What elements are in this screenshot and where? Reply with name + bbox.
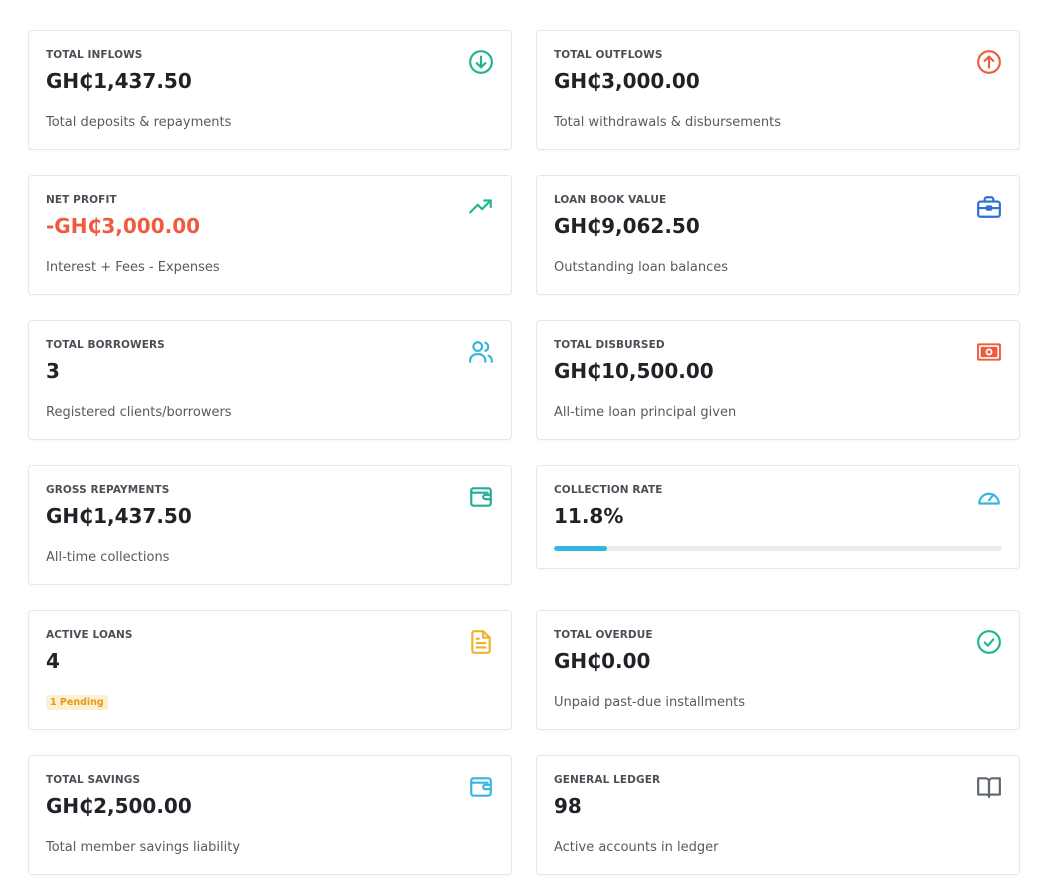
card-value: -GH₵3,000.00: [46, 214, 201, 238]
card-total-borrowers: TOTAL BORROWERS 3 Registered clients/bor…: [28, 320, 512, 440]
card-gross-repayments: GROSS REPAYMENTS GH₵1,437.50 All-time co…: [28, 465, 512, 585]
arrow-down-circle-icon: [468, 49, 494, 75]
card-label: NET PROFIT: [46, 194, 117, 206]
card-value: GH₵1,437.50: [46, 69, 192, 93]
gauge-icon: [976, 484, 1002, 510]
collection-progress-bar: [554, 546, 1002, 551]
wallet-icon: [468, 484, 494, 510]
card-label: COLLECTION RATE: [554, 484, 663, 496]
pending-badge: 1 Pending: [46, 695, 108, 710]
card-value: 98: [554, 794, 582, 818]
card-label: LOAN BOOK VALUE: [554, 194, 667, 206]
trending-up-icon: [468, 194, 494, 220]
card-value: 4: [46, 649, 60, 673]
card-label: ACTIVE LOANS: [46, 629, 133, 641]
card-label: TOTAL DISBURSED: [554, 339, 665, 351]
collection-progress-fill: [554, 546, 607, 551]
card-loan-book-value: LOAN BOOK VALUE GH₵9,062.50 Outstanding …: [536, 175, 1020, 295]
card-value: GH₵1,437.50: [46, 504, 192, 528]
card-label: GROSS REPAYMENTS: [46, 484, 170, 496]
card-active-loans: ACTIVE LOANS 4 1 Pending: [28, 610, 512, 730]
card-label: GENERAL LEDGER: [554, 774, 661, 786]
card-description: All-time loan principal given: [554, 405, 737, 420]
card-description: Total withdrawals & disbursements: [554, 115, 782, 130]
card-description: Interest + Fees - Expenses: [46, 260, 220, 275]
card-value: GH₵9,062.50: [554, 214, 700, 238]
card-description: Total deposits & repayments: [46, 115, 232, 130]
card-description: All-time collections: [46, 550, 170, 565]
card-total-savings: TOTAL SAVINGS GH₵2,500.00 Total member s…: [28, 755, 512, 875]
card-general-ledger: GENERAL LEDGER 98 Active accounts in led…: [536, 755, 1020, 875]
users-icon: [468, 339, 494, 365]
card-total-outflows: TOTAL OUTFLOWS GH₵3,000.00 Total withdra…: [536, 30, 1020, 150]
card-value: 11.8%: [554, 504, 624, 528]
card-description: Outstanding loan balances: [554, 260, 728, 275]
briefcase-icon: [976, 194, 1002, 220]
book-open-icon: [976, 774, 1002, 800]
card-collection-rate: COLLECTION RATE 11.8%: [536, 465, 1020, 569]
arrow-up-circle-icon: [976, 49, 1002, 75]
card-total-inflows: TOTAL INFLOWS GH₵1,437.50 Total deposits…: [28, 30, 512, 150]
card-value: GH₵3,000.00: [554, 69, 700, 93]
check-circle-icon: [976, 629, 1002, 655]
card-total-disbursed: TOTAL DISBURSED GH₵10,500.00 All-time lo…: [536, 320, 1020, 440]
card-description: Unpaid past-due installments: [554, 695, 746, 710]
card-label: TOTAL OVERDUE: [554, 629, 653, 641]
card-value: GH₵2,500.00: [46, 794, 192, 818]
card-value: GH₵0.00: [554, 649, 651, 673]
card-total-overdue: TOTAL OVERDUE GH₵0.00 Unpaid past-due in…: [536, 610, 1020, 730]
card-label: TOTAL INFLOWS: [46, 49, 143, 61]
card-label: TOTAL SAVINGS: [46, 774, 141, 786]
banknote-icon: [976, 339, 1002, 365]
card-value: 3: [46, 359, 60, 383]
card-description: Active accounts in ledger: [554, 840, 719, 855]
card-label: TOTAL BORROWERS: [46, 339, 165, 351]
wallet-icon: [468, 774, 494, 800]
card-description: Registered clients/borrowers: [46, 405, 232, 420]
document-icon: [468, 629, 494, 655]
card-description: Total member savings liability: [46, 840, 241, 855]
card-label: TOTAL OUTFLOWS: [554, 49, 663, 61]
card-value: GH₵10,500.00: [554, 359, 714, 383]
card-net-profit: NET PROFIT -GH₵3,000.00 Interest + Fees …: [28, 175, 512, 295]
